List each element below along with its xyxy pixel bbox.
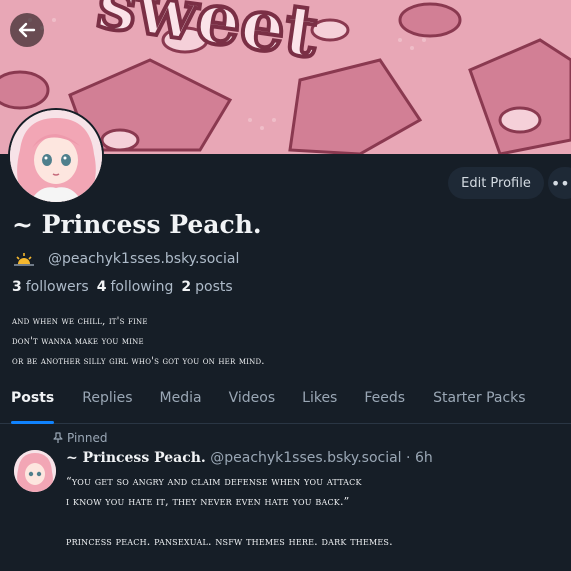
profile-avatar[interactable]: [8, 108, 104, 204]
post-line: princess peach. pansexual. nsfw themes h…: [66, 535, 393, 548]
following-link[interactable]: 4 following: [97, 279, 174, 295]
bio-line: or be another silly girl who's got you o…: [12, 356, 265, 367]
profile-display-name: ~ Princess Peach.: [12, 210, 262, 239]
back-button[interactable]: [10, 13, 44, 47]
bio-line: don't wanna make you mine: [12, 336, 144, 347]
ellipsis-icon: •••: [550, 173, 571, 193]
tab-posts[interactable]: Posts: [11, 383, 55, 424]
posts-count: 2 posts: [181, 279, 233, 295]
post-line: “you get so angry and claim defense when…: [66, 475, 362, 488]
more-options-button[interactable]: •••: [548, 167, 571, 199]
post-header: ~ Princess Peach. @peachyk1sses.bsky.soc…: [66, 450, 433, 466]
profile-handle-row: @peachyk1sses.bsky.social: [14, 251, 239, 267]
post-line: [66, 512, 393, 532]
tab-videos[interactable]: Videos: [229, 383, 276, 423]
tab-media[interactable]: Media: [160, 383, 202, 423]
profile-handle[interactable]: @peachyk1sses.bsky.social: [48, 251, 239, 267]
tab-replies[interactable]: Replies: [82, 383, 132, 423]
arrow-left-icon: [18, 22, 36, 38]
tab-feeds[interactable]: Feeds: [364, 383, 405, 423]
post-line: i know you hate it, they never even hate…: [66, 495, 350, 508]
post-separator: ·: [406, 450, 411, 466]
sun-icon: [14, 252, 34, 266]
tab-likes[interactable]: Likes: [302, 383, 337, 423]
profile-bio: and when we chill, it's fine don't wanna…: [12, 312, 265, 372]
edit-profile-button[interactable]: Edit Profile: [448, 167, 544, 199]
followers-link[interactable]: 3 followers: [12, 279, 89, 295]
pinned-indicator: Pinned: [52, 431, 108, 445]
post-author-handle[interactable]: @peachyk1sses.bsky.social: [210, 450, 401, 466]
post-author-avatar[interactable]: [14, 450, 56, 492]
post-time[interactable]: 6h: [415, 450, 433, 466]
tab-starter-packs[interactable]: Starter Packs: [433, 383, 526, 423]
post-author-name[interactable]: ~ Princess Peach.: [66, 450, 206, 466]
profile-tabs: Posts Replies Media Videos Likes Feeds S…: [0, 383, 571, 424]
post-body[interactable]: “you get so angry and claim defense when…: [66, 472, 393, 552]
bio-line: and when we chill, it's fine: [12, 316, 148, 327]
profile-stats: 3 followers 4 following 2 posts: [12, 279, 233, 295]
pin-icon: [53, 432, 63, 443]
